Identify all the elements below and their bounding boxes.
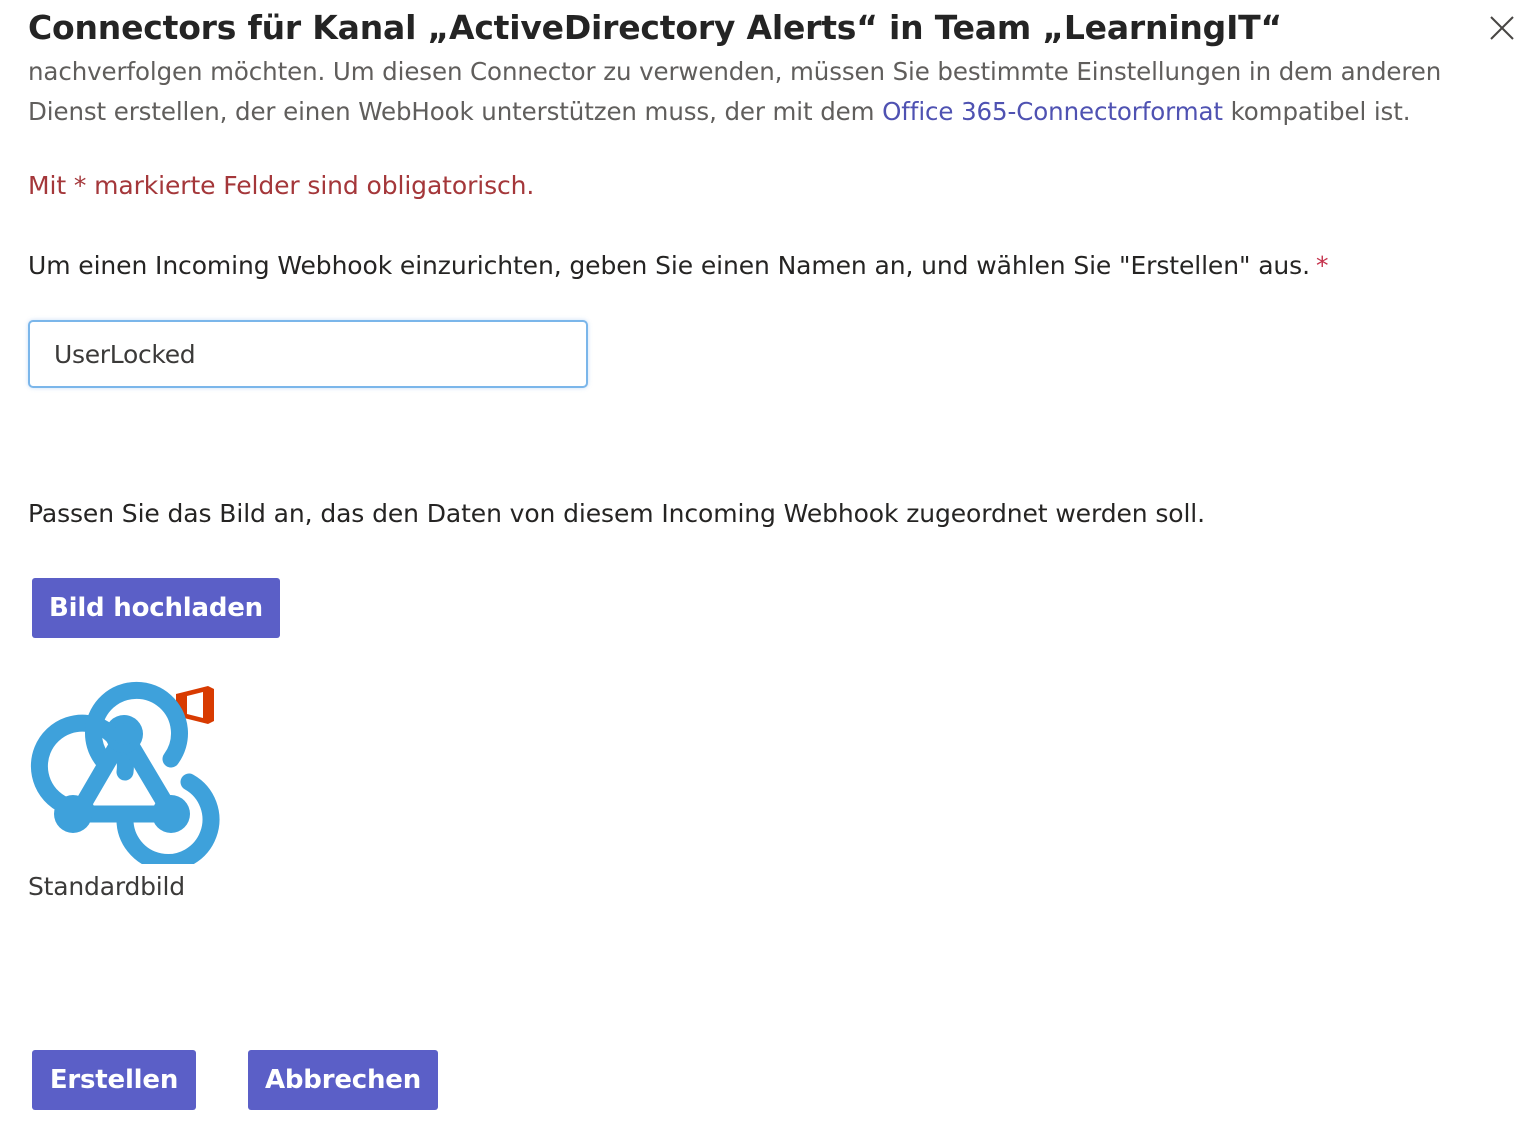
default-image-caption: Standardbild [28, 872, 185, 901]
intro-line-2-end: kompatibel ist. [1222, 97, 1411, 126]
office-connector-format-link[interactable]: Office 365-Connectorformat [882, 97, 1223, 126]
connector-dialog: Connectors für Kanal „ActiveDirectory Al… [0, 0, 1524, 1124]
cancel-button[interactable]: Abbrechen [248, 1050, 438, 1110]
image-section-label: Passen Sie das Bild an, das den Daten vo… [28, 499, 1205, 528]
upload-image-button[interactable]: Bild hochladen [32, 578, 280, 638]
create-button[interactable]: Erstellen [32, 1050, 196, 1110]
intro-line-1: nachverfolgen möchten. Um diesen Connect… [28, 57, 1442, 86]
close-icon[interactable] [1484, 10, 1520, 46]
intro-line-2-start: Dienst erstellen, der einen WebHook unte… [28, 97, 883, 126]
webhook-name-label-text: Um einen Incoming Webhook einzurichten, … [28, 251, 1310, 280]
required-marker: * [1315, 251, 1329, 280]
webhook-name-input[interactable] [28, 320, 588, 388]
intro-line-2: Dienst erstellen, der einen WebHook unte… [28, 92, 1488, 132]
dialog-title: Connectors für Kanal „ActiveDirectory Al… [28, 8, 1282, 47]
intro-text: nachverfolgen möchten. Um diesen Connect… [28, 52, 1488, 132]
webhook-name-label: Um einen Incoming Webhook einzurichten, … [28, 251, 1328, 280]
webhook-icon [28, 680, 224, 871]
required-fields-note: Mit * markierte Felder sind obligatorisc… [28, 171, 535, 200]
